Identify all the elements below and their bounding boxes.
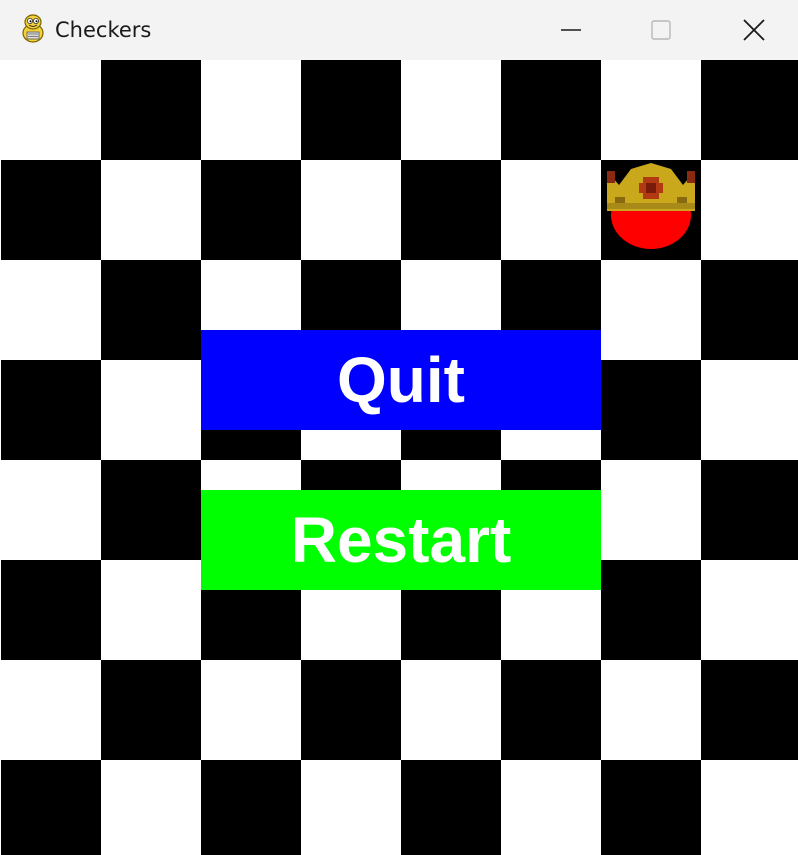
board-square-light[interactable]	[401, 60, 501, 160]
board-square-dark[interactable]	[701, 60, 798, 160]
board-square-light[interactable]	[701, 160, 798, 260]
board-square-dark[interactable]	[101, 460, 201, 560]
board-square-light[interactable]	[501, 160, 601, 260]
crown-icon	[607, 163, 695, 211]
board-square-light[interactable]	[601, 260, 701, 360]
board-square-dark[interactable]	[301, 660, 401, 760]
title-bar: Checkers	[0, 0, 798, 60]
board-square-light[interactable]	[1, 460, 101, 560]
board-square-light[interactable]	[101, 760, 201, 855]
board-square-light[interactable]	[701, 560, 798, 660]
board-square-light[interactable]	[701, 360, 798, 460]
board-square-dark[interactable]	[1, 560, 101, 660]
board-square-dark[interactable]	[201, 760, 301, 855]
board-square-dark[interactable]	[501, 60, 601, 160]
board-square-light[interactable]	[101, 560, 201, 660]
maximize-button	[615, 0, 707, 60]
board-square-dark[interactable]	[501, 660, 601, 760]
board-square-dark[interactable]	[401, 760, 501, 855]
board-square-dark[interactable]	[1, 760, 101, 855]
board-square-dark[interactable]	[301, 60, 401, 160]
board-square-dark[interactable]	[101, 660, 201, 760]
board-square-light[interactable]	[1, 60, 101, 160]
maximize-icon	[651, 20, 671, 40]
board-square-light[interactable]	[301, 760, 401, 855]
board-square-light[interactable]	[201, 660, 301, 760]
board-square-light[interactable]	[601, 660, 701, 760]
board-square-dark[interactable]	[701, 460, 798, 560]
board-square-light[interactable]	[501, 760, 601, 855]
board-square-dark[interactable]	[101, 60, 201, 160]
board-square-light[interactable]	[201, 60, 301, 160]
king-piece[interactable]	[604, 163, 698, 253]
board-square-dark[interactable]	[701, 660, 798, 760]
board-square-light[interactable]	[401, 660, 501, 760]
minimize-icon	[561, 29, 581, 31]
board-square-dark[interactable]	[601, 760, 701, 855]
close-icon	[743, 19, 765, 41]
window-title: Checkers	[55, 18, 152, 42]
quit-button[interactable]: Quit	[201, 330, 601, 430]
board-square-dark[interactable]	[1, 360, 101, 460]
board-square-dark[interactable]	[201, 160, 301, 260]
board-square-light[interactable]	[301, 160, 401, 260]
board-square-light[interactable]	[701, 760, 798, 855]
board-square-dark[interactable]	[401, 160, 501, 260]
restart-button[interactable]: Restart	[201, 490, 601, 590]
board-square-light[interactable]	[101, 160, 201, 260]
board-square-dark[interactable]	[1, 160, 101, 260]
minimize-button[interactable]	[525, 0, 617, 60]
board-square-light[interactable]	[601, 460, 701, 560]
close-button[interactable]	[708, 0, 798, 60]
board-square-light[interactable]	[601, 60, 701, 160]
board-square-dark[interactable]	[601, 360, 701, 460]
board-square-light[interactable]	[101, 360, 201, 460]
board-square-dark[interactable]	[701, 260, 798, 360]
board-square-dark[interactable]	[101, 260, 201, 360]
board-square-dark[interactable]	[601, 560, 701, 660]
python-snake-icon	[22, 14, 44, 43]
board-square-light[interactable]	[1, 660, 101, 760]
board-square-light[interactable]	[1, 260, 101, 360]
